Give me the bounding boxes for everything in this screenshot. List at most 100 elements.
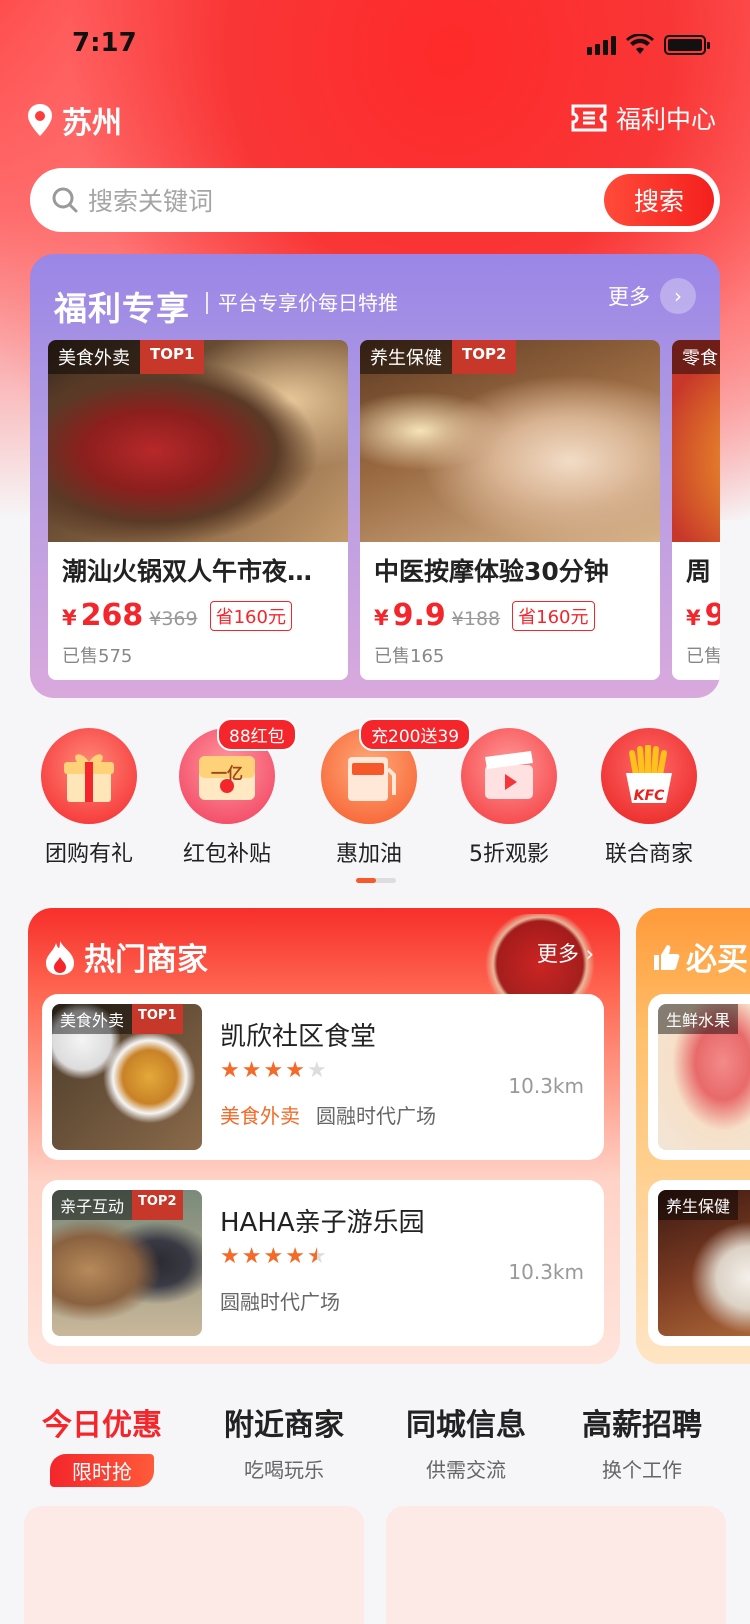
deal-card[interactable]: 美食外卖 TOP1 潮汕火锅双人午市夜… ¥ 268 ¥369 省160元 已售… — [48, 340, 348, 680]
tab-city-info[interactable]: 同城信息 供需交流 — [404, 1400, 528, 1483]
hotpot-image: 美食外卖 TOP1 — [48, 340, 348, 542]
deal-name: 潮汕火锅双人午市夜… — [62, 557, 313, 586]
category-fuel[interactable]: 充200送39 惠加油 — [304, 718, 472, 868]
battery-icon — [664, 35, 710, 55]
hot-merchants-header: 热门商家 — [44, 934, 208, 979]
must-buy-category: 生鲜水果 — [658, 1004, 739, 1034]
search-placeholder: 搜索关键词 — [88, 187, 214, 216]
category-label: 5折观影 — [469, 842, 549, 867]
deal-card[interactable]: 养生保健 TOP2 中医按摩体验30分钟 ¥ 9.9 ¥188 省160元 已售… — [360, 340, 660, 680]
must-buy-section: 必买 生鲜水果 养生保健 — [636, 908, 750, 1364]
merchant-location: 圆融时代广场 — [316, 1104, 436, 1128]
deal-currency: ¥ — [686, 606, 701, 630]
chevron-right-icon: › — [585, 942, 594, 966]
merchant-distance: 10.3km — [508, 1074, 584, 1098]
tab-subtitle: 供需交流 — [426, 1458, 506, 1482]
signal-icon — [587, 35, 616, 55]
merchant-category-tag: 美食外卖 — [220, 1104, 300, 1128]
star-icon: ★ — [285, 1244, 305, 1269]
merchant-card[interactable]: 亲子互动 TOP2 HAHA亲子游乐园 ★ ★ ★ ★ ★ 10.3km 圆融时… — [42, 1180, 604, 1346]
tab-title: 同城信息 — [406, 1408, 526, 1443]
merchant-card[interactable]: 美食外卖 TOP1 凯欣社区食堂 ★ ★ ★ ★ ★ 10.3km 美食外卖 圆… — [42, 994, 604, 1160]
red-packet-icon: 88红包 一亿 — [179, 718, 297, 824]
welfare-center-link[interactable]: 福利中心 — [570, 100, 716, 136]
deal-tag: 养生保健 TOP2 — [360, 340, 517, 374]
deal-original-price: ¥369 — [149, 608, 198, 630]
merchant-rank: TOP2 — [132, 1190, 183, 1220]
tea-image: 养生保健 — [658, 1190, 750, 1336]
red-packet-icon-text: 一亿 — [210, 764, 243, 783]
panel-more-label: 更多 — [608, 285, 650, 309]
deal-carousel[interactable]: 美食外卖 TOP1 潮汕火锅双人午市夜… ¥ 268 ¥369 省160元 已售… — [48, 340, 720, 680]
tab-today-deals[interactable]: 今日优惠 限时抢 — [40, 1400, 164, 1487]
merchant-category: 亲子互动 — [52, 1190, 133, 1220]
deal-rank: TOP2 — [452, 340, 517, 374]
tab-subtitle: 吃喝玩乐 — [244, 1458, 324, 1482]
deal-original-price: ¥188 — [451, 608, 501, 630]
panel-more-link[interactable]: 更多 › — [608, 278, 696, 314]
category-partner[interactable]: KFC 联合商家 — [584, 728, 714, 868]
must-buy-title: 必买 — [686, 942, 748, 978]
deal-name: 中医按摩体验30分钟 — [374, 557, 609, 586]
search-button[interactable]: 搜索 — [604, 174, 714, 226]
must-buy-card[interactable]: 养生保健 — [648, 1180, 750, 1346]
category-group-buy[interactable]: 团购有礼 — [24, 728, 154, 868]
fuel-pump-icon: 充200送39 — [321, 718, 472, 824]
chevron-right-icon: › — [660, 278, 696, 314]
status-icons — [587, 34, 710, 56]
merchant-rank: TOP1 — [132, 1004, 183, 1034]
search-icon — [52, 187, 78, 213]
deal-category: 养生保健 — [360, 340, 452, 374]
feed-card[interactable] — [24, 1506, 364, 1624]
tab-title: 今日优惠 — [42, 1408, 162, 1443]
hot-merchants-title: 热门商家 — [84, 942, 208, 978]
category-label: 红包补贴 — [182, 842, 271, 867]
deal-card[interactable]: 零食 周 ¥ 9 已售 — [672, 340, 720, 680]
search-bar[interactable]: 搜索关键词 搜索 — [30, 168, 720, 232]
panel-subtitle: 平台专享价每日特推 — [206, 292, 398, 314]
rating-stars: ★ ★ ★ ★ ★ — [220, 1058, 327, 1083]
tab-subtitle: 换个工作 — [602, 1458, 682, 1482]
hot-more-link[interactable]: 更多 › — [537, 938, 594, 968]
snack-image: 零食 — [672, 340, 720, 542]
tab-subtitle: 限时抢 — [50, 1454, 154, 1487]
tab-jobs[interactable]: 高薪招聘 换个工作 — [580, 1400, 704, 1483]
flame-icon — [46, 940, 74, 975]
deal-price: 9 — [704, 598, 720, 633]
deal-rank: TOP1 — [140, 340, 205, 374]
city-name: 苏州 — [62, 106, 122, 141]
category-label: 惠加油 — [335, 842, 402, 867]
welfare-center-label: 福利中心 — [615, 105, 716, 134]
panel-title: 福利专享 — [54, 289, 190, 328]
deal-sold: 已售 — [686, 646, 720, 667]
welfare-exclusive-panel: 福利专享 平台专享价每日特推 更多 › 美食外卖 TOP1 潮汕火锅双人午市夜…… — [30, 254, 720, 698]
deal-price: 9.9 — [392, 598, 446, 633]
merchant-tag: 亲子互动 TOP2 — [52, 1190, 183, 1220]
category-red-packet[interactable]: 88红包 一亿 红包补贴 — [162, 718, 297, 868]
deal-category: 美食外卖 — [48, 340, 140, 374]
category-row: 团购有礼 88红包 一亿 红包补贴 充200送39 惠加油 5折观影 KFC 联… — [0, 718, 750, 878]
star-icon: ★ — [285, 1058, 305, 1083]
merchant-name: HAHA亲子游乐园 — [220, 1208, 425, 1238]
star-icon: ★ — [263, 1058, 284, 1083]
movie-clapper-icon — [461, 728, 557, 824]
feed-card[interactable] — [386, 1506, 726, 1624]
must-buy-category: 养生保健 — [658, 1190, 739, 1220]
must-buy-tag: 养生保健 — [658, 1190, 739, 1220]
category-badge: 88红包 — [217, 718, 297, 751]
must-buy-card[interactable]: 生鲜水果 — [648, 994, 750, 1160]
merchant-distance: 10.3km — [508, 1260, 584, 1284]
tab-title: 高薪招聘 — [582, 1408, 702, 1443]
deal-save-badge: 省160元 — [209, 600, 292, 631]
status-time: 7:17 — [72, 28, 137, 58]
deal-name: 周 — [686, 557, 712, 586]
carousel-indicator — [356, 878, 396, 883]
deal-price-row: ¥ 9 — [686, 598, 720, 633]
must-buy-header: 必买 — [650, 934, 748, 979]
tab-nearby-merchants[interactable]: 附近商家 吃喝玩乐 — [222, 1400, 346, 1483]
kfc-logo-text: KFC — [633, 788, 665, 804]
fruit-image: 生鲜水果 — [658, 1004, 750, 1150]
category-movie[interactable]: 5折观影 — [444, 728, 574, 868]
star-icon: ★ — [220, 1058, 240, 1083]
location-selector[interactable]: 苏州 — [28, 98, 122, 142]
